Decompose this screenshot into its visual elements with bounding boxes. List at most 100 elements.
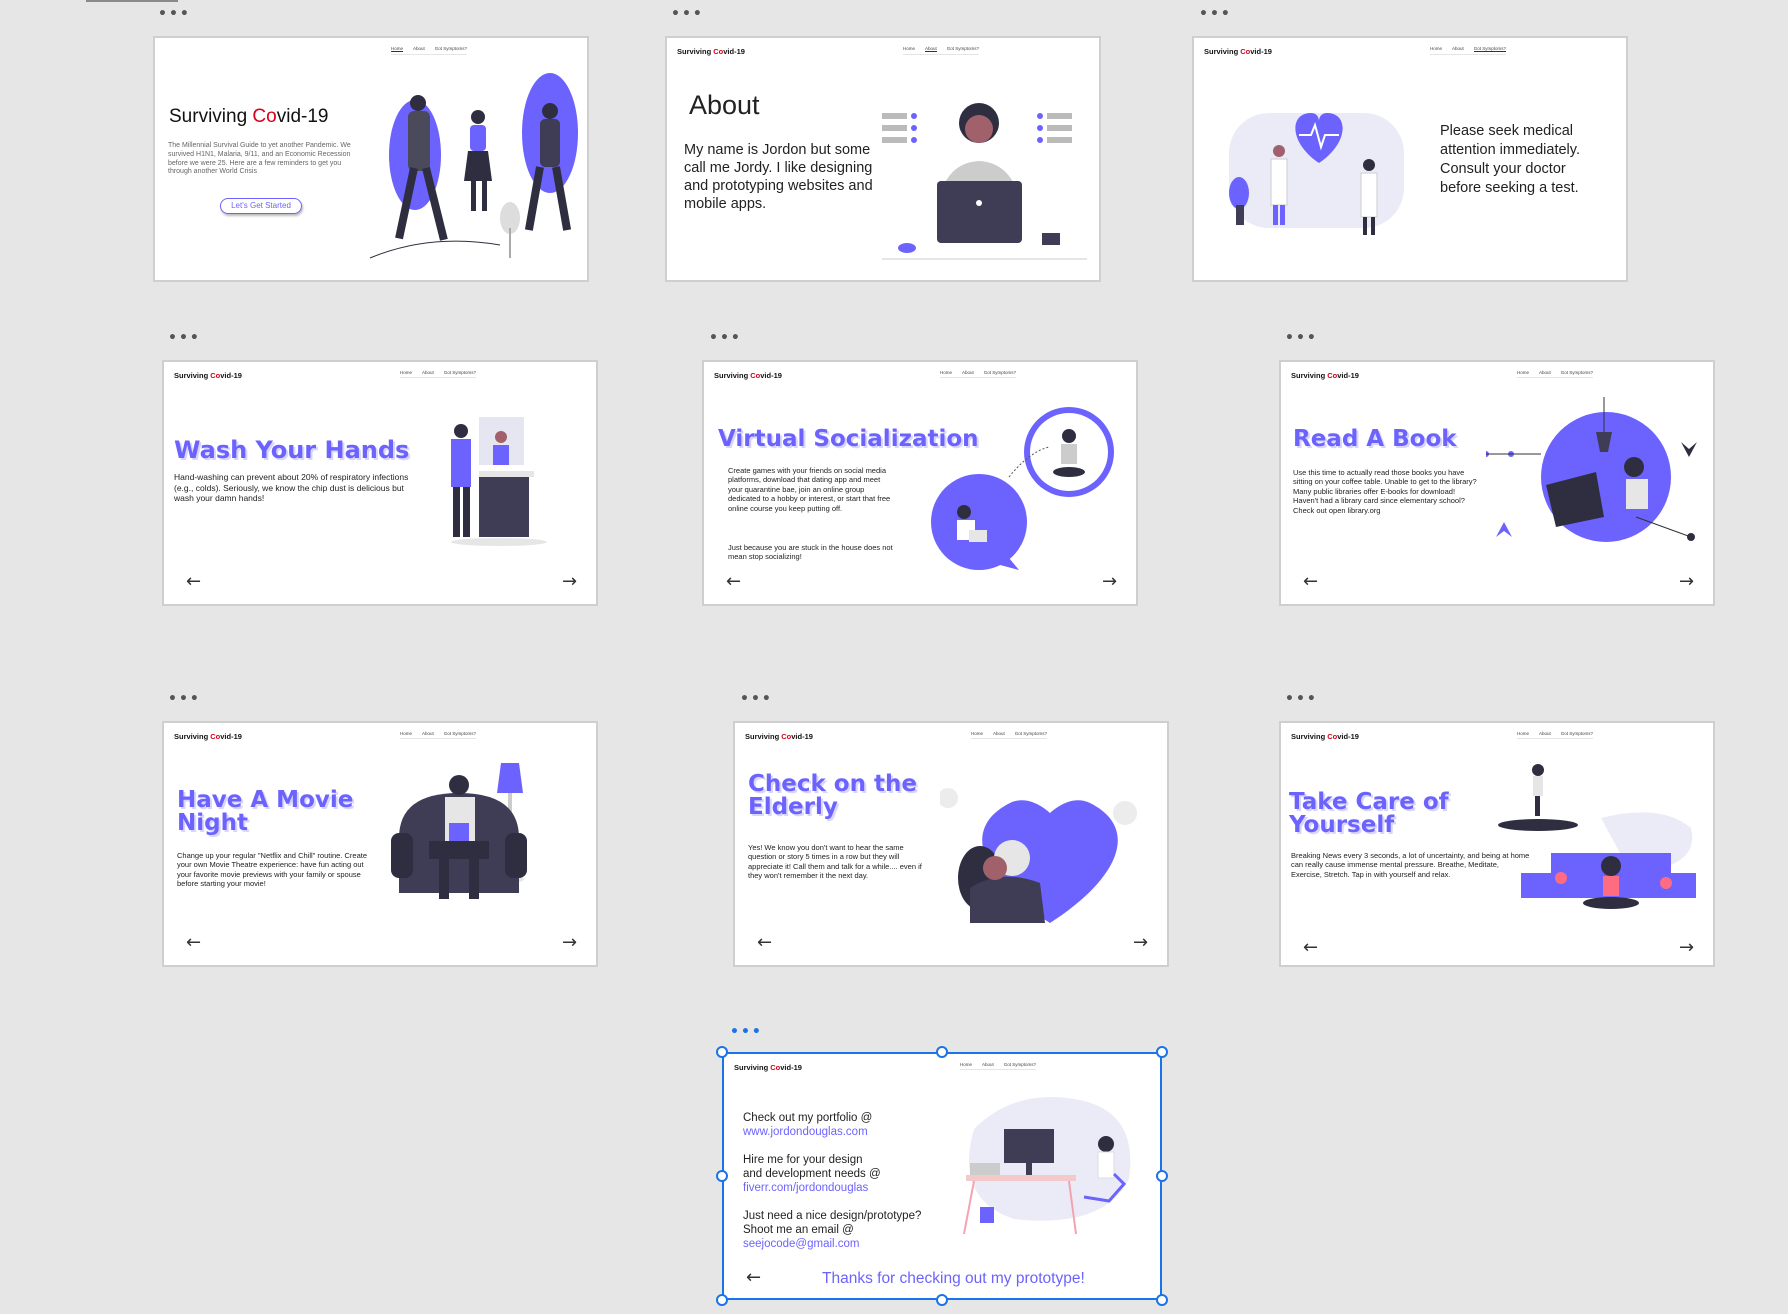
resize-handle-left[interactable]	[716, 1170, 728, 1182]
nav-about[interactable]: About	[993, 731, 1005, 736]
person-laptop-illustration	[882, 103, 1087, 260]
nav-about[interactable]: About	[422, 370, 434, 375]
wash-text: Hand-washing can prevent about 20% of re…	[174, 472, 409, 504]
nav-about[interactable]: About	[925, 46, 937, 52]
nav-home[interactable]: Home	[971, 731, 983, 736]
nav-home[interactable]: Home	[400, 370, 412, 375]
resize-handle-bottom-left[interactable]	[716, 1294, 728, 1306]
nav-about[interactable]: About	[422, 731, 434, 736]
more-dots-icon[interactable]: •••	[168, 692, 201, 706]
brand-logo[interactable]: Surviving Covid-19	[677, 47, 745, 56]
chat-bubbles-illustration	[931, 407, 1114, 570]
arrow-right-icon[interactable]: →	[562, 573, 577, 591]
nav-symptoms[interactable]: Got Symptoms?	[984, 370, 1016, 375]
nav-bar: Home About Got Symptoms?	[391, 46, 468, 55]
hire-label-2: and development needs @	[743, 1168, 881, 1180]
arrow-left-icon[interactable]: ←	[757, 934, 772, 952]
brand-logo[interactable]: Surviving Covid-19	[734, 1063, 802, 1072]
resize-handle-bottom[interactable]	[936, 1294, 948, 1306]
nav-about[interactable]: About	[962, 370, 974, 375]
artboard-check-elderly[interactable]: Surviving Covid-19 Home About Got Sympto…	[733, 721, 1169, 967]
book-title: Read A Book	[1293, 426, 1457, 452]
artboard-symptoms[interactable]: Surviving Covid-19 Home About Got Sympto…	[1192, 36, 1628, 282]
nav-home[interactable]: Home	[903, 46, 915, 52]
nav-home[interactable]: Home	[960, 1062, 972, 1067]
artboard-virtual-socialization[interactable]: Surviving Covid-19 Home About Got Sympto…	[702, 360, 1138, 606]
nav-symptoms[interactable]: Got Symptoms?	[1561, 731, 1593, 736]
nav-symptoms[interactable]: Got Symptoms?	[444, 731, 476, 736]
more-dots-icon[interactable]: •••	[1199, 7, 1232, 21]
artboard-wash-hands[interactable]: Surviving Covid-19 Home About Got Sympto…	[162, 360, 598, 606]
nav-about[interactable]: About	[1452, 46, 1464, 52]
artboard-movie-night[interactable]: Surviving Covid-19 Home About Got Sympto…	[162, 721, 598, 967]
movie-text: Change up your regular "Netflix and Chil…	[177, 851, 368, 889]
artboard-about[interactable]: Surviving Covid-19 Home About Got Sympto…	[665, 36, 1101, 282]
brand-logo[interactable]: Surviving Covid-19	[1204, 47, 1272, 56]
canvas-top-scrollbar	[86, 0, 178, 2]
fiverr-link[interactable]: fiverr.com/jordondouglas	[743, 1181, 953, 1195]
arrow-right-icon[interactable]: →	[1679, 573, 1694, 591]
nav-symptoms[interactable]: Got Symptoms?	[1561, 370, 1593, 375]
nav-home[interactable]: Home	[1430, 46, 1442, 52]
nav-symptoms[interactable]: Got Symptoms?	[1473, 46, 1507, 52]
artboard-self-care[interactable]: Surviving Covid-19 Home About Got Sympto…	[1279, 721, 1715, 967]
arrow-left-icon[interactable]: ←	[726, 573, 741, 591]
nav-home[interactable]: Home	[1517, 370, 1529, 375]
more-dots-icon[interactable]: •••	[730, 1025, 763, 1039]
lets-get-started-button[interactable]: Let's Get Started	[220, 198, 302, 214]
brand-logo[interactable]: Surviving Covid-19	[714, 371, 782, 380]
email-label: Just need a nice design/prototype?	[743, 1210, 922, 1222]
more-dots-icon[interactable]: •••	[1285, 331, 1318, 345]
nav-bar: Home About Got Symptoms?	[400, 370, 477, 378]
artboard-contact[interactable]: Surviving Covid-19 Home About Got Sympto…	[722, 1052, 1162, 1300]
brand-logo[interactable]: Surviving Covid-19	[745, 732, 813, 741]
more-dots-icon[interactable]: •••	[671, 7, 704, 21]
arrow-right-icon[interactable]: →	[1102, 573, 1117, 591]
arrow-right-icon[interactable]: →	[562, 934, 577, 952]
resize-handle-top[interactable]	[936, 1046, 948, 1058]
email-link[interactable]: seejocode@gmail.com	[743, 1237, 953, 1251]
nav-bar: Home About Got Symptoms?	[960, 1062, 1037, 1070]
nav-home[interactable]: Home	[940, 370, 952, 375]
arrow-left-icon[interactable]: ←	[186, 573, 201, 591]
more-dots-icon[interactable]: •••	[709, 331, 742, 345]
artboard-home[interactable]: Home About Got Symptoms? Surviving Covid…	[153, 36, 589, 282]
resize-handle-bottom-right[interactable]	[1156, 1294, 1168, 1306]
arrow-left-icon[interactable]: ←	[1303, 939, 1318, 957]
nav-symptoms[interactable]: Got Symptoms?	[947, 46, 979, 52]
nav-bar: Home About Got Symptoms?	[971, 731, 1048, 739]
resize-handle-top-right[interactable]	[1156, 1046, 1168, 1058]
nav-home[interactable]: Home	[400, 731, 412, 736]
brand-logo[interactable]: Surviving Covid-19	[174, 732, 242, 741]
nav-home[interactable]: Home	[391, 46, 404, 52]
nav-about[interactable]: About	[982, 1062, 994, 1067]
resize-handle-top-left[interactable]	[716, 1046, 728, 1058]
nav-symptoms[interactable]: Got Symptoms?	[1015, 731, 1047, 736]
arrow-right-icon[interactable]: →	[1133, 934, 1148, 952]
nav-symptoms[interactable]: Got Symptoms?	[435, 46, 467, 52]
more-dots-icon[interactable]: •••	[158, 7, 191, 21]
hire-label: Hire me for your design	[743, 1154, 863, 1166]
arrow-left-icon[interactable]: ←	[1303, 573, 1318, 591]
more-dots-icon[interactable]: •••	[1285, 692, 1318, 706]
symptoms-text: Please seek medical attention immediatel…	[1440, 123, 1580, 196]
arrow-left-icon[interactable]: ←	[746, 1269, 761, 1287]
nav-symptoms[interactable]: Got Symptoms?	[1004, 1062, 1036, 1067]
nav-about[interactable]: About	[1539, 731, 1551, 736]
email-label-2: Shoot me an email @	[743, 1224, 854, 1236]
brand-logo[interactable]: Surviving Covid-19	[1291, 371, 1359, 380]
arrow-right-icon[interactable]: →	[1679, 939, 1694, 957]
brand-logo[interactable]: Surviving Covid-19	[1291, 732, 1359, 741]
nav-about[interactable]: About	[1539, 370, 1551, 375]
portfolio-link[interactable]: www.jordondouglas.com	[743, 1125, 953, 1139]
artboard-read-book[interactable]: Surviving Covid-19 Home About Got Sympto…	[1279, 360, 1715, 606]
arrow-left-icon[interactable]: ←	[186, 934, 201, 952]
nav-symptoms[interactable]: Got Symptoms?	[444, 370, 476, 375]
brand-logo[interactable]: Surviving Covid-19	[174, 371, 242, 380]
more-dots-icon[interactable]: •••	[168, 331, 201, 345]
nav-home[interactable]: Home	[1517, 731, 1529, 736]
nav-bar: Home About Got Symptoms?	[940, 370, 1017, 378]
more-dots-icon[interactable]: •••	[740, 692, 773, 706]
resize-handle-right[interactable]	[1156, 1170, 1168, 1182]
nav-about[interactable]: About	[413, 46, 425, 52]
